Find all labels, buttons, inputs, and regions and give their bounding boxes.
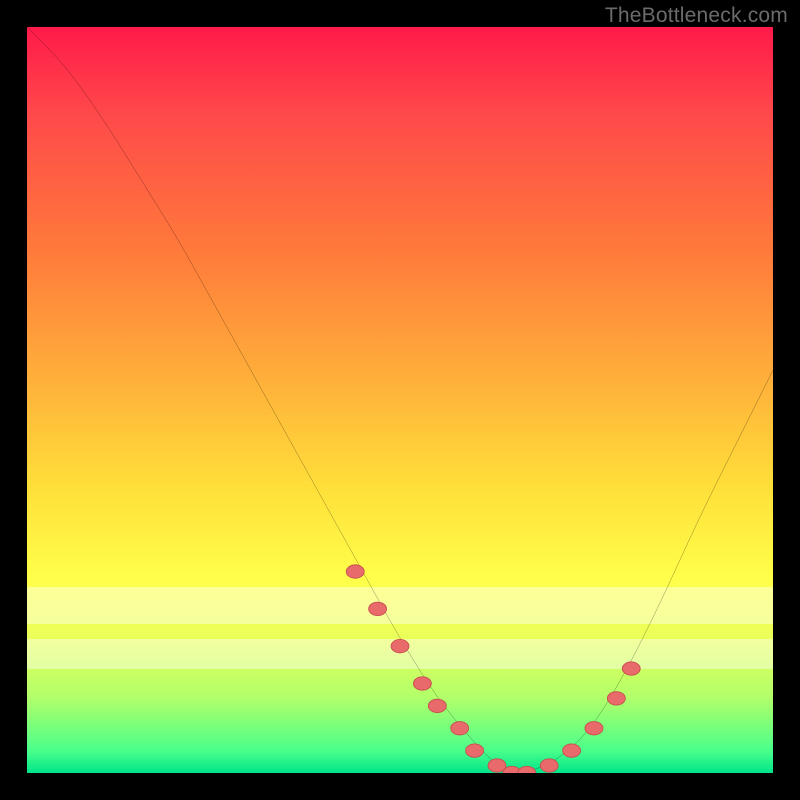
curve-marker [413, 677, 431, 690]
curve-marker [540, 759, 558, 772]
bottleneck-curve [27, 27, 773, 771]
curve-marker [518, 766, 536, 773]
marker-group [346, 565, 640, 773]
curve-marker [451, 722, 469, 735]
curve-marker [466, 744, 484, 757]
curve-marker [622, 662, 640, 675]
curve-marker [607, 692, 625, 705]
curve-marker [563, 744, 581, 757]
curve-marker [585, 722, 603, 735]
chart-frame [27, 27, 773, 773]
curve-marker [428, 699, 446, 712]
watermark-text: TheBottleneck.com [605, 4, 788, 28]
curve-marker [391, 639, 409, 652]
curve-marker [346, 565, 364, 578]
curve-marker [369, 602, 387, 615]
chart-plot-svg [27, 27, 773, 773]
